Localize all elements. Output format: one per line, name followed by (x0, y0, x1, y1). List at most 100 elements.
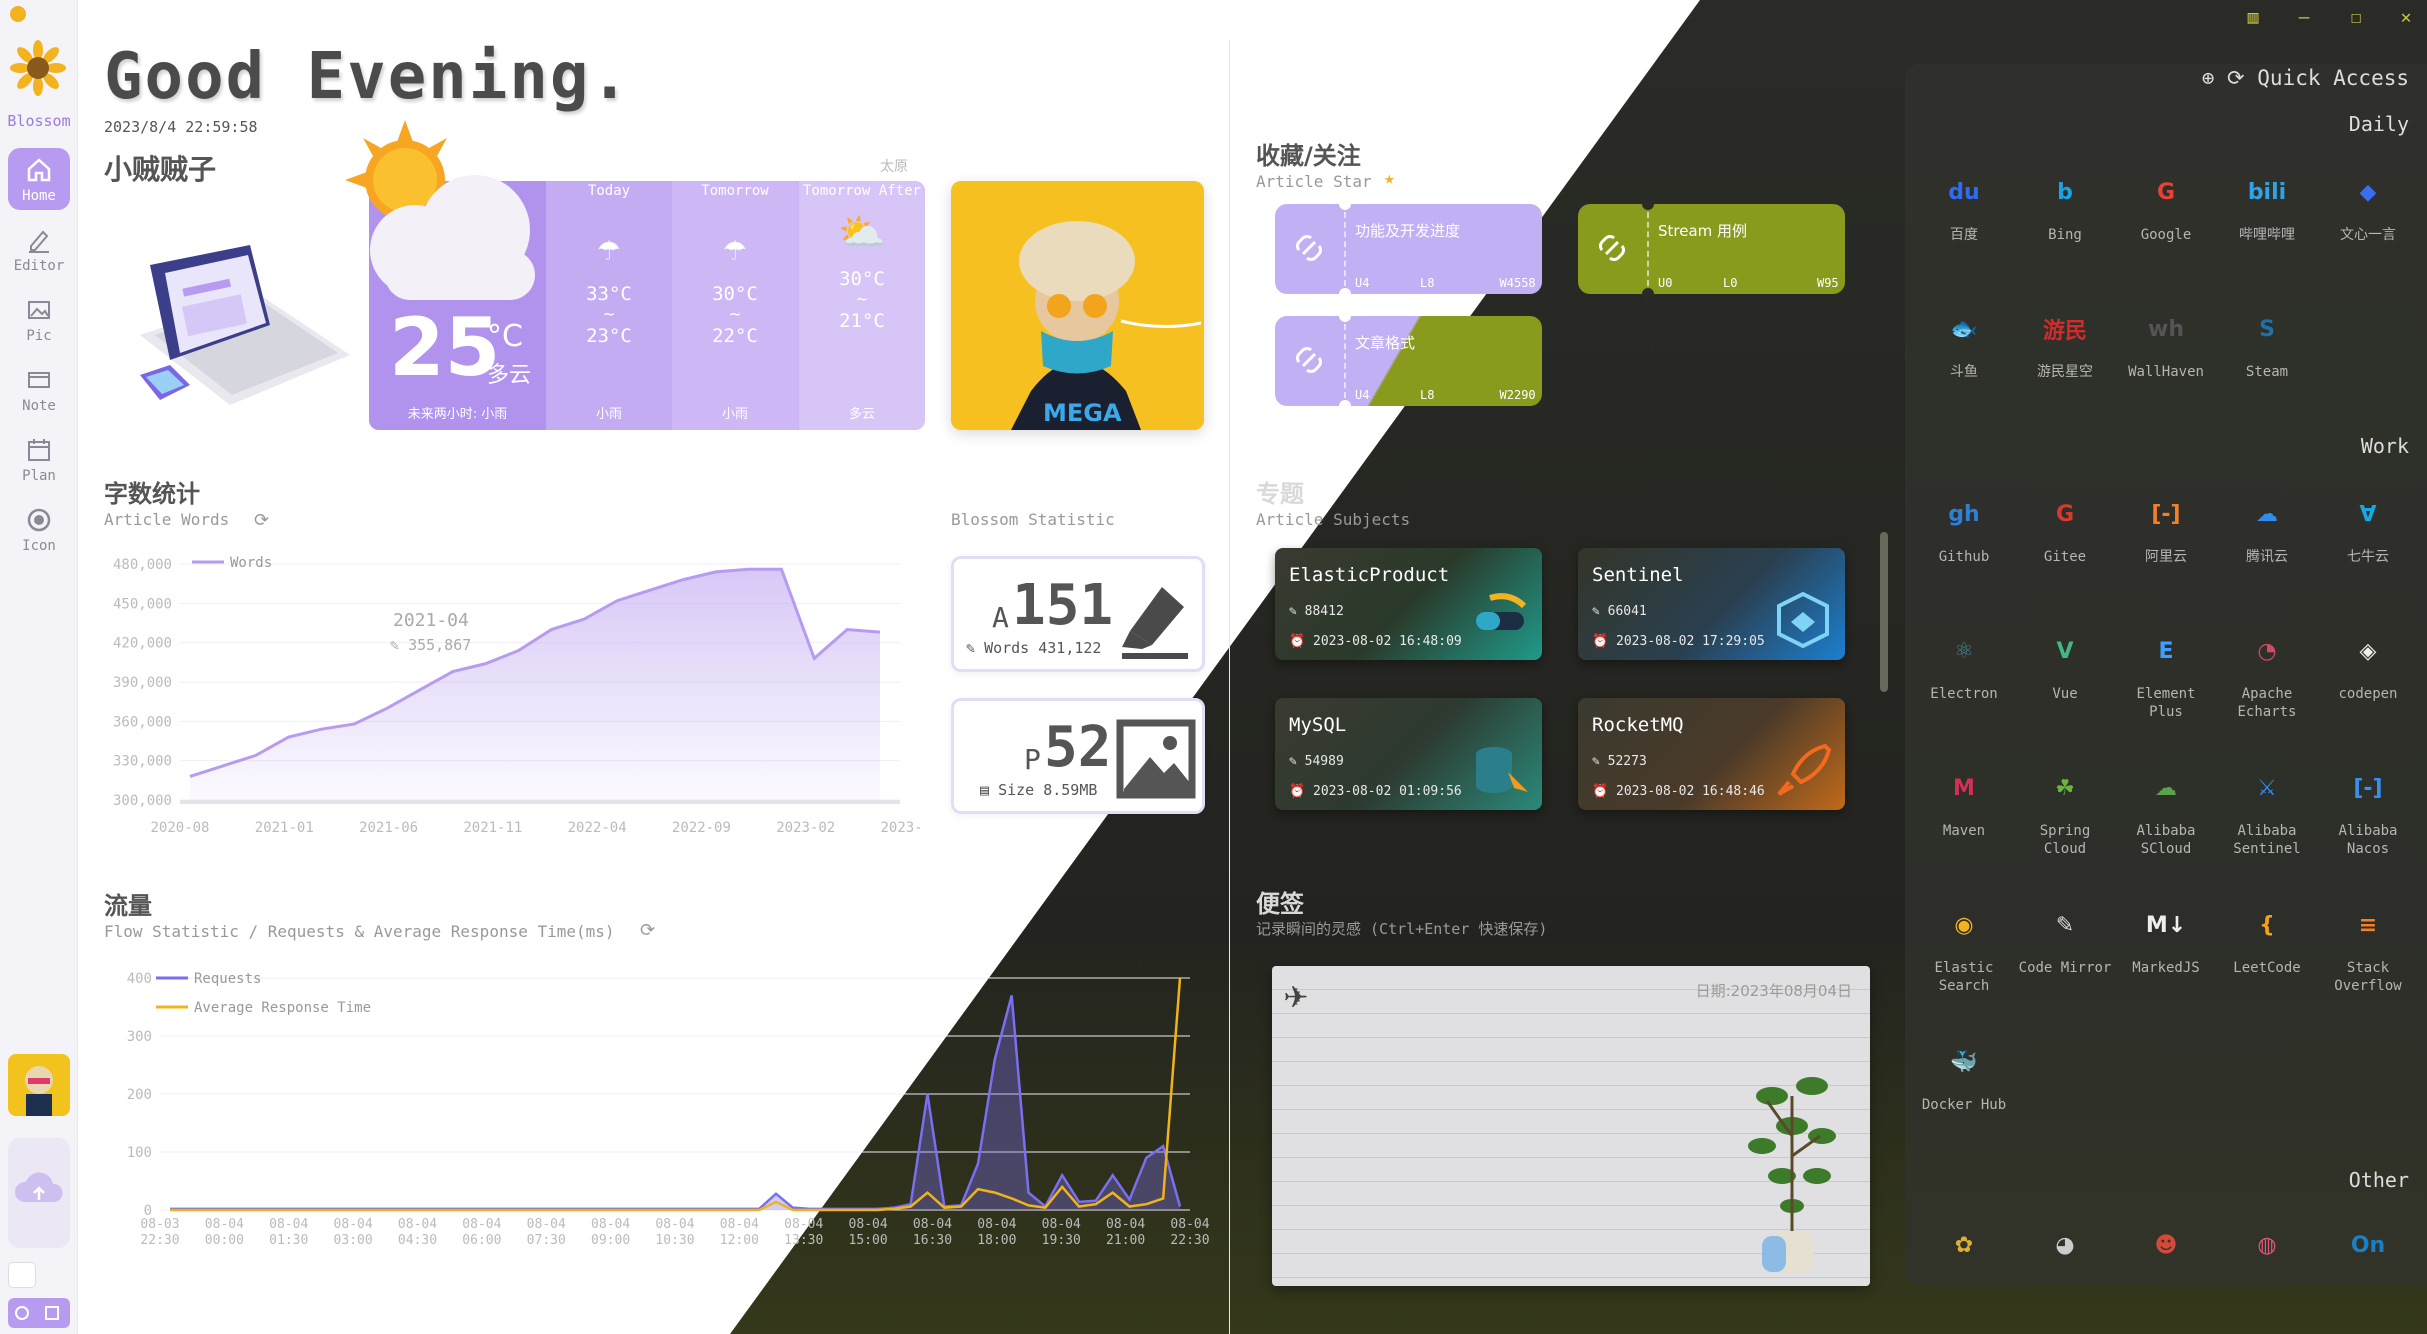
quick-access-item[interactable]: ☁ Alibaba SCloud (2116, 762, 2216, 858)
quick-access-item[interactable]: ◔ Apache Echarts (2217, 625, 2317, 721)
quick-access-item[interactable]: du 百度 (1914, 166, 2014, 244)
layout-icon[interactable]: ▥ (2241, 6, 2265, 30)
y-tick-label: 480,000 (113, 557, 172, 573)
sidebar-item-label: Home (22, 188, 56, 204)
quick-access-item[interactable]: [-] 阿里云 (2116, 488, 2216, 566)
y-tick-label: 400 (127, 971, 152, 987)
quick-access-item[interactable]: On (2318, 1219, 2418, 1271)
site-label: Code Mirror (2018, 960, 2112, 976)
maximize-icon[interactable]: ☐ (2344, 6, 2368, 30)
sidebar-item-home[interactable]: Home (8, 148, 70, 210)
subject-date-value: 2023-08-02 16:48:46 (1616, 784, 1765, 799)
refresh-flow-icon[interactable]: ⟳ (640, 920, 655, 941)
circle-icon (27, 508, 51, 532)
quick-access-item[interactable]: ✎ Code Mirror (2015, 899, 2115, 977)
x-tick-label: 04:30 (398, 1233, 437, 1248)
quick-access-item[interactable]: ≡ Stack Overflow (2318, 899, 2418, 995)
sidebar-item-pic[interactable]: Pic (8, 288, 70, 350)
quick-access-item[interactable]: ✿ (1914, 1219, 2014, 1271)
site-icon: { (2259, 912, 2275, 938)
x-tick-label: 08-04 (849, 1217, 888, 1232)
quick-access-item[interactable]: ◆ 文心一言 (2318, 166, 2418, 244)
y-tick-label: 420,000 (113, 636, 172, 652)
sidebar: Blossom Home Editor Pic Note Plan Icon (0, 0, 78, 1334)
refresh-icon[interactable]: ⟳ (2227, 66, 2245, 90)
quick-access-item[interactable]: G Gitee (2015, 488, 2115, 566)
sticky-note[interactable]: 日期:2023年08月04日 ✈ (1272, 966, 1870, 1286)
quick-access-item[interactable]: ⚔ Alibaba Sentinel (2217, 762, 2317, 858)
ticket-w: W4558 (1499, 276, 1536, 290)
minimize-icon[interactable]: — (2292, 6, 2316, 30)
theme-toggle[interactable] (8, 1262, 36, 1288)
subject-name: MySQL (1289, 714, 1347, 736)
star-ticket[interactable]: Stream 用例 U0 L0 W95 (1578, 198, 1845, 300)
sidebar-item-note[interactable]: Note (8, 358, 70, 420)
sidebar-item-editor[interactable]: Editor (8, 218, 70, 280)
subject-name: Sentinel (1592, 564, 1684, 586)
quick-access-item[interactable]: ☻ (2116, 1219, 2216, 1271)
site-icon: ☘ (2055, 775, 2075, 801)
subject-card[interactable]: ElasticProduct ✎ 88412 ⏰ 2023-08-02 16:4… (1275, 548, 1542, 660)
close-icon[interactable]: ✕ (2394, 6, 2418, 30)
quick-access-item[interactable]: ∀ 七牛云 (2318, 488, 2418, 566)
sidebar-bottom-tools[interactable] (8, 1298, 70, 1328)
sidebar-item-icon[interactable]: Icon (8, 498, 70, 560)
x-tick-label: 2020-08 (150, 820, 209, 836)
quick-access-item[interactable]: M Maven (1914, 762, 2014, 840)
quick-access-item[interactable]: ◉ Elastic Search (1914, 899, 2014, 995)
quick-access-item[interactable]: ◕ (2015, 1219, 2115, 1271)
note-title: 便签 (1256, 890, 1304, 918)
quick-access-item[interactable]: gh Github (1914, 488, 2014, 566)
y-tick-label: 200 (127, 1087, 152, 1103)
x-tick-label: 2021-11 (463, 820, 522, 836)
site-label: 腾讯云 (2246, 549, 2288, 565)
forecast-separator: ~ (729, 304, 741, 325)
quick-access-item[interactable]: [-] Alibaba Nacos (2318, 762, 2418, 858)
sidebar-item-plan[interactable]: Plan (8, 428, 70, 490)
quick-access-item[interactable]: ☁ 腾讯云 (2217, 488, 2317, 566)
quick-access-item[interactable]: wh WallHaven (2116, 303, 2216, 381)
quick-access-item[interactable]: V Vue (2015, 625, 2115, 703)
quick-access-item[interactable]: {LeetCode (2217, 899, 2317, 977)
quick-access-item[interactable]: ◈ codepen (2318, 625, 2418, 703)
subject-card[interactable]: Sentinel ✎ 66041 ⏰ 2023-08-02 17:29:05 (1578, 548, 1845, 660)
site-icon: 游民 (2042, 319, 2087, 344)
ticket-dash (1344, 212, 1346, 286)
quick-access-item[interactable]: bili 哔哩哔哩 (2217, 166, 2317, 244)
y-tick-label: 300 (127, 1029, 152, 1045)
quick-access-item[interactable]: 游民 游民星空 (2015, 303, 2115, 381)
blossom-logo-icon (10, 40, 66, 96)
refresh-words-icon[interactable]: ⟳ (254, 510, 269, 531)
laptop-illustration (140, 245, 350, 405)
quick-access-item[interactable]: 🐳 Docker Hub (1914, 1036, 2014, 1114)
upload-area[interactable] (8, 1138, 70, 1248)
subject-card[interactable]: RocketMQ ✎ 52273 ⏰ 2023-08-02 16:48:46 (1578, 698, 1845, 810)
quick-access-item[interactable]: ☘ Spring Cloud (2015, 762, 2115, 858)
subject-card[interactable]: MySQL ✎ 54989 ⏰ 2023-08-02 01:09:56 (1275, 698, 1542, 810)
quick-access-item[interactable]: S Steam (2217, 303, 2317, 381)
username: 小贼贼子 (104, 153, 217, 186)
quick-access-item[interactable]: E Element Plus (2116, 625, 2216, 721)
quick-access-item[interactable]: 🐟 斗鱼 (1914, 303, 2014, 381)
site-label: Github (1938, 549, 1990, 565)
avatar[interactable] (8, 1054, 70, 1116)
add-icon[interactable]: ⊕ (2202, 66, 2215, 90)
quick-access-item[interactable]: ◍ (2217, 1219, 2317, 1271)
forecast-high: 30°C (839, 268, 885, 290)
quick-access-item[interactable]: G Google (2116, 166, 2216, 244)
words-tooltip-value: ✎ 355,867 (390, 636, 472, 654)
star-ticket[interactable]: 功能及开发进度 U4 L8 W4558 (1275, 198, 1542, 300)
quick-access-item[interactable]: M↓ MarkedJS (2116, 899, 2216, 977)
y-tick-label: 390,000 (113, 675, 172, 691)
star-ticket[interactable]: 文章格式 U4 L8 W2290 (1275, 310, 1542, 412)
forecast-day-after: Tomorrow After ⛅ 30°C ~ 21°C 多云 (799, 181, 925, 430)
quick-access-item[interactable]: b Bing (2015, 166, 2115, 244)
subject-date: ⏰ 2023-08-02 17:29:05 (1592, 634, 1765, 649)
rocket-icon (1777, 743, 1832, 796)
x-tick-label: 10:30 (655, 1233, 694, 1248)
scrollbar[interactable] (1880, 532, 1888, 692)
ticket-u: U4 (1355, 276, 1370, 290)
flow-subtitle: Flow Statistic / Requests & Average Resp… (104, 922, 615, 941)
quick-access-item[interactable]: ⚛ Electron (1914, 625, 2014, 703)
site-icon: ◉ (1954, 912, 1974, 938)
